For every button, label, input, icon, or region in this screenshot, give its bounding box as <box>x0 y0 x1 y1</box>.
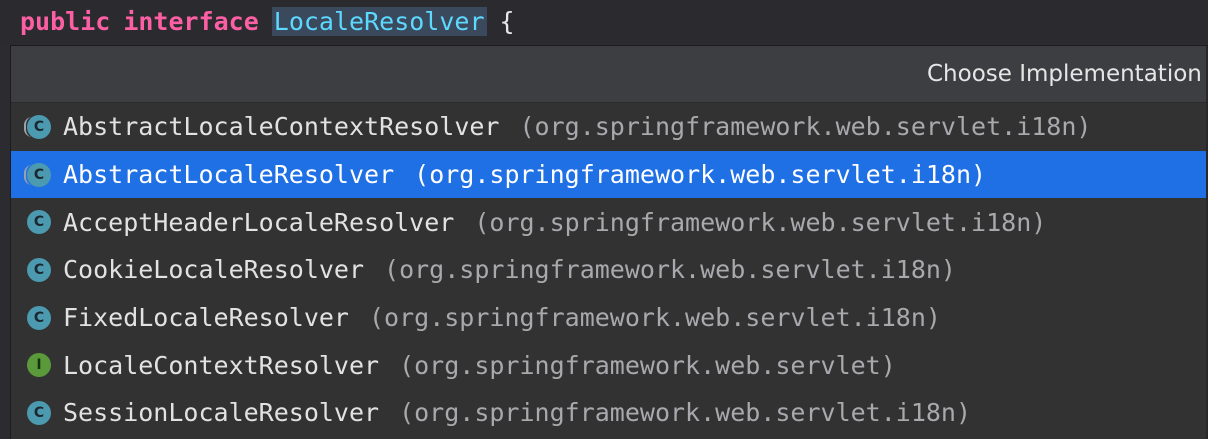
item-name: FixedLocaleResolver (org.springframework.… <box>63 303 941 333</box>
item-package: (org.springframework.web.servlet.i18n) <box>519 112 1092 142</box>
keyword-interface: interface <box>123 7 259 36</box>
item-package: (org.springframework.web.servlet.i18n) <box>414 160 987 190</box>
class-icon: C <box>27 305 51 330</box>
item-package: (org.springframework.web.servlet) <box>399 350 896 380</box>
popup-title: Choose Implementation <box>927 61 1202 87</box>
list-item-abstract-locale-context-resolver[interactable]: C AbstractLocaleContextResolver (org.spri… <box>11 103 1208 151</box>
item-package: (org.springframework.web.servlet.i18n) <box>474 207 1047 237</box>
abstract-class-icon: C <box>24 114 51 139</box>
item-name: LocaleContextResolver (org.springframewor… <box>63 350 896 380</box>
popup-header: Choose Implementation <box>11 46 1208 103</box>
list-item-fixed-locale-resolver[interactable]: C FixedLocaleResolver (org.springframewor… <box>11 294 1208 342</box>
class-icon: C <box>27 257 51 282</box>
item-name: AbstractLocaleResolver (org.springframewo… <box>63 160 987 190</box>
item-name: SessionLocaleResolver (org.springframewor… <box>63 398 972 428</box>
list-item-accept-header-locale-resolver[interactable]: C AcceptHeaderLocaleResolver (org.springf… <box>11 198 1208 246</box>
implementation-list: C AbstractLocaleContextResolver (org.spri… <box>11 103 1208 437</box>
item-package: (org.springframework.web.servlet.i18n) <box>399 398 972 428</box>
abstract-class-icon: C <box>24 162 51 187</box>
keyword-public: public <box>20 7 111 36</box>
item-package: (org.springframework.web.servlet.i18n) <box>384 255 956 285</box>
item-name: CookieLocaleResolver (org.springframework… <box>63 255 956 285</box>
list-item-session-locale-resolver[interactable]: C SessionLocaleResolver (org.springframew… <box>11 389 1208 437</box>
list-item-abstract-locale-resolver[interactable]: C AbstractLocaleResolver (org.springframe… <box>11 150 1208 199</box>
list-item-locale-context-resolver[interactable]: I LocaleContextResolver (org.springframew… <box>11 341 1208 389</box>
item-package: (org.springframework.web.servlet.i18n) <box>368 303 941 333</box>
class-icon: C <box>27 210 51 235</box>
interface-icon: I <box>27 353 51 378</box>
interface-name[interactable]: LocaleResolver <box>271 7 487 36</box>
class-icon: C <box>27 400 51 425</box>
item-name: AbstractLocaleContextResolver (org.spring… <box>63 112 1092 142</box>
item-name: AcceptHeaderLocaleResolver (org.springfra… <box>63 207 1047 237</box>
list-item-cookie-locale-resolver[interactable]: C CookieLocaleResolver (org.springframewo… <box>11 246 1208 294</box>
choose-implementation-popup: Choose Implementation C AbstractLocaleCo… <box>10 45 1208 439</box>
code-line: public interface LocaleResolver { <box>0 0 1208 44</box>
open-brace: { <box>499 7 515 36</box>
